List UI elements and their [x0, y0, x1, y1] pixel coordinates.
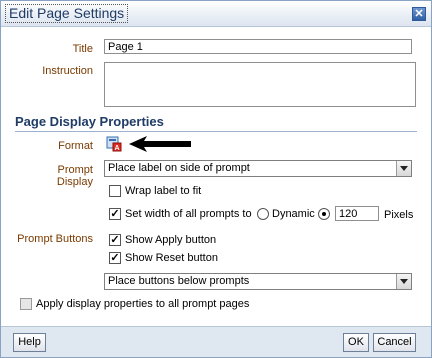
show-apply-text: Show Apply button: [125, 234, 217, 246]
prompt-display-selected: Place label on side of prompt: [108, 162, 250, 174]
chevron-down-icon[interactable]: [396, 161, 411, 176]
dynamic-label: Dynamic: [272, 208, 315, 220]
set-width-checkbox[interactable]: ✓: [109, 208, 121, 220]
edit-page-settings-dialog: Edit Page Settings ✕ Title Page 1 Instru…: [0, 0, 432, 358]
prompt-display-label: Prompt Display: [56, 164, 93, 188]
ok-button[interactable]: OK: [343, 333, 369, 352]
wrap-label-text: Wrap label to fit: [125, 185, 202, 197]
show-apply-checkbox[interactable]: ✓: [109, 234, 121, 246]
apply-all-checkbox[interactable]: [20, 298, 32, 310]
title-label: Title: [72, 43, 93, 55]
wrap-label-checkbox[interactable]: [109, 185, 121, 197]
prompt-buttons-label: Prompt Buttons: [17, 233, 93, 245]
dialog-footer: Help OK Cancel: [1, 326, 431, 357]
format-edit-icon[interactable]: A: [106, 136, 122, 152]
title-input[interactable]: Page 1: [104, 39, 412, 54]
help-button[interactable]: Help: [13, 333, 46, 352]
instruction-textarea[interactable]: [104, 62, 416, 107]
show-reset-text: Show Reset button: [125, 252, 218, 264]
pixels-label: Pixels: [384, 209, 414, 221]
width-input[interactable]: 120: [335, 206, 379, 221]
format-label: Format: [58, 140, 93, 152]
svg-text:A: A: [115, 145, 120, 152]
chevron-down-icon[interactable]: [396, 274, 411, 289]
close-icon[interactable]: ✕: [412, 7, 426, 21]
set-width-text: Set width of all prompts to: [125, 208, 252, 220]
button-placement-selected: Place buttons below prompts: [108, 275, 250, 287]
apply-all-text: Apply display properties to all prompt p…: [36, 298, 250, 310]
button-placement-select[interactable]: Place buttons below prompts: [104, 273, 412, 290]
arrow-pointer-icon: [129, 136, 191, 152]
instruction-label: Instruction: [42, 65, 93, 77]
prompt-display-select[interactable]: Place label on side of prompt: [104, 160, 412, 177]
cancel-button[interactable]: Cancel: [373, 333, 416, 352]
section-divider: [15, 131, 417, 132]
show-reset-checkbox[interactable]: ✓: [109, 252, 121, 264]
dialog-titlebar: Edit Page Settings ✕: [1, 1, 431, 27]
dynamic-radio[interactable]: [257, 208, 269, 220]
section-title: Page Display Properties: [15, 114, 164, 129]
fixed-width-radio[interactable]: [318, 208, 330, 220]
dialog-title: Edit Page Settings: [5, 4, 129, 23]
